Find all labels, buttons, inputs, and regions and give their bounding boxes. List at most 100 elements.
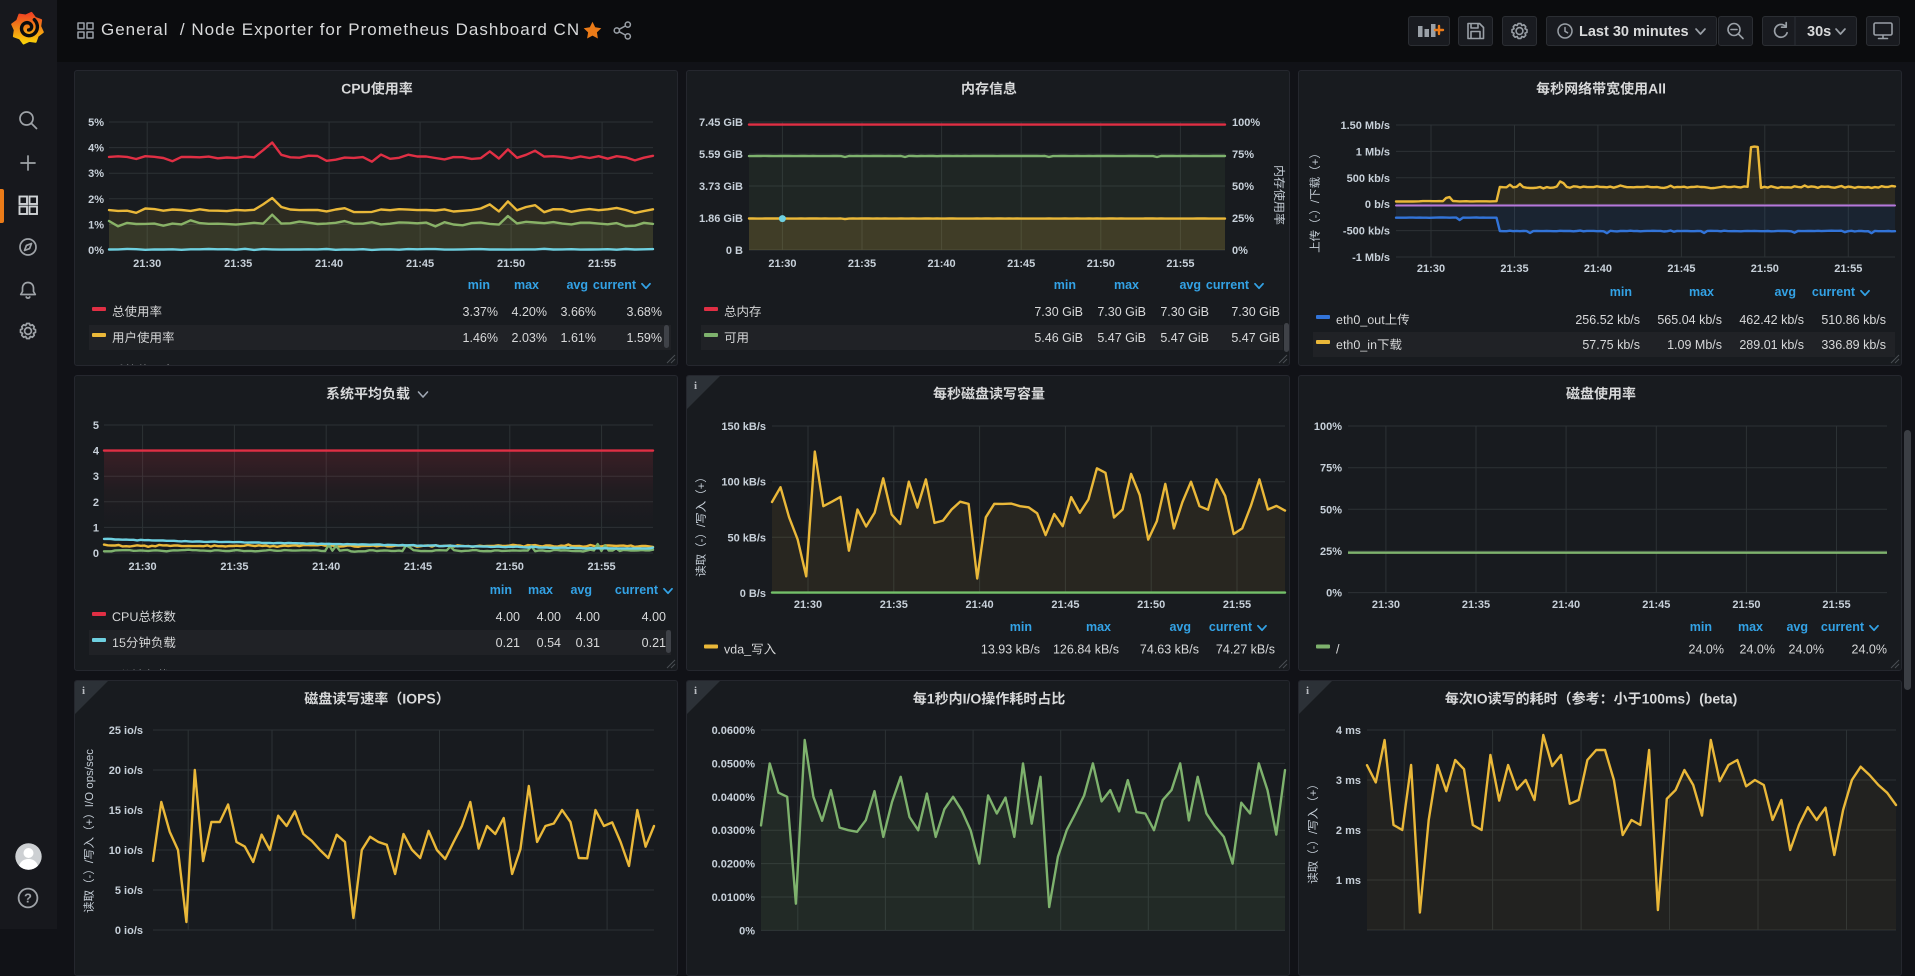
svg-text:max: max xyxy=(1689,285,1714,299)
svg-text:1.61%: 1.61% xyxy=(561,331,596,345)
svg-text:max: max xyxy=(528,583,553,597)
svg-text:avg: avg xyxy=(570,583,592,597)
svg-text:74.63 kB/s: 74.63 kB/s xyxy=(1140,643,1199,657)
svg-text:100 kB/s: 100 kB/s xyxy=(721,477,766,489)
svg-text:0.21: 0.21 xyxy=(496,636,520,650)
svg-text:/: / xyxy=(1336,643,1340,657)
svg-text:21:50: 21:50 xyxy=(496,561,524,573)
svg-text:4 ms: 4 ms xyxy=(1336,725,1361,737)
svg-text:?: ? xyxy=(24,891,32,906)
svg-text:1 Mb/s: 1 Mb/s xyxy=(1356,146,1390,158)
svg-text:7.30 GiB: 7.30 GiB xyxy=(1231,305,1280,319)
svg-text:Last 30 minutes: Last 30 minutes xyxy=(1579,24,1689,40)
svg-text:565.04 kb/s: 565.04 kb/s xyxy=(1657,313,1722,327)
svg-text:21:45: 21:45 xyxy=(1667,263,1695,275)
svg-text:100%: 100% xyxy=(1232,117,1260,129)
svg-text:0 B/s: 0 B/s xyxy=(740,588,766,600)
svg-text:4.00: 4.00 xyxy=(576,610,600,624)
svg-text:20 io/s: 20 io/s xyxy=(109,765,143,777)
svg-text:21:30: 21:30 xyxy=(1372,599,1400,611)
svg-text:21:35: 21:35 xyxy=(224,258,252,270)
svg-text:13.93 kB/s: 13.93 kB/s xyxy=(981,643,1040,657)
svg-text:i: i xyxy=(694,380,697,392)
svg-text:7.30 GiB: 7.30 GiB xyxy=(1034,305,1083,319)
svg-text:avg: avg xyxy=(566,278,588,292)
svg-text:5.47 GiB: 5.47 GiB xyxy=(1160,331,1209,345)
svg-text:50%: 50% xyxy=(1232,181,1254,193)
svg-text:21:35: 21:35 xyxy=(1462,599,1490,611)
svg-text:5.59 GiB: 5.59 GiB xyxy=(699,149,743,161)
svg-text:-1 Mb/s: -1 Mb/s xyxy=(1352,252,1390,264)
svg-text:25 io/s: 25 io/s xyxy=(109,725,143,737)
svg-text:21:35: 21:35 xyxy=(1500,263,1528,275)
svg-text:0.0400%: 0.0400% xyxy=(712,792,756,804)
svg-text:57.75 kb/s: 57.75 kb/s xyxy=(1582,338,1640,352)
svg-text:21:50: 21:50 xyxy=(497,258,525,270)
svg-text:10 io/s: 10 io/s xyxy=(109,845,143,857)
svg-text:21:30: 21:30 xyxy=(768,258,796,270)
svg-text:21:50: 21:50 xyxy=(1087,258,1115,270)
svg-text:126.84 kB/s: 126.84 kB/s xyxy=(1053,643,1119,657)
svg-text:0.0100%: 0.0100% xyxy=(712,892,756,904)
svg-text:4%: 4% xyxy=(88,143,104,155)
svg-text:min: min xyxy=(1010,620,1032,634)
svg-text:max: max xyxy=(1086,620,1111,634)
svg-text:0 io/s: 0 io/s xyxy=(115,925,143,937)
svg-text:current: current xyxy=(1209,620,1253,634)
svg-text:current: current xyxy=(1812,285,1856,299)
svg-text:21:45: 21:45 xyxy=(404,561,432,573)
svg-text:21:55: 21:55 xyxy=(1223,599,1251,611)
svg-text:21:30: 21:30 xyxy=(1417,263,1445,275)
svg-text:21:45: 21:45 xyxy=(1642,599,1670,611)
svg-text:max: max xyxy=(514,278,539,292)
svg-text:21:55: 21:55 xyxy=(1834,263,1862,275)
svg-text:1.46%: 1.46% xyxy=(463,331,498,345)
svg-text:3.66%: 3.66% xyxy=(561,305,596,319)
svg-text:21:35: 21:35 xyxy=(848,258,876,270)
svg-text:0.0600%: 0.0600% xyxy=(712,725,756,737)
svg-text:min: min xyxy=(1054,278,1076,292)
svg-text:1: 1 xyxy=(93,522,99,534)
svg-text:avg: avg xyxy=(1774,285,1796,299)
svg-text:max: max xyxy=(1114,278,1139,292)
svg-text:30s: 30s xyxy=(1807,24,1831,40)
svg-text:3%: 3% xyxy=(88,168,104,180)
svg-text:74.27 kB/s: 74.27 kB/s xyxy=(1216,643,1275,657)
svg-text:0%: 0% xyxy=(1232,245,1248,257)
svg-text:4: 4 xyxy=(93,446,100,458)
svg-text:avg: avg xyxy=(1169,620,1191,634)
svg-text:21:40: 21:40 xyxy=(928,258,956,270)
svg-text:500 kb/s: 500 kb/s xyxy=(1347,173,1390,185)
svg-text:1.50 Mb/s: 1.50 Mb/s xyxy=(1340,120,1390,132)
svg-text:336.89 kb/s: 336.89 kb/s xyxy=(1821,338,1886,352)
svg-text:0%: 0% xyxy=(1326,588,1342,600)
svg-text:50 kB/s: 50 kB/s xyxy=(727,532,766,544)
svg-text:462.42 kb/s: 462.42 kb/s xyxy=(1739,313,1804,327)
svg-text:current: current xyxy=(1206,278,1250,292)
svg-text:1%: 1% xyxy=(88,219,104,231)
svg-text:24.0%: 24.0% xyxy=(1852,643,1887,657)
svg-text:24.0%: 24.0% xyxy=(1689,643,1724,657)
svg-text:min: min xyxy=(1610,285,1632,299)
svg-text:25%: 25% xyxy=(1232,213,1254,225)
svg-text:24.0%: 24.0% xyxy=(1789,643,1824,657)
svg-text:0.0200%: 0.0200% xyxy=(712,859,756,871)
svg-text:5%: 5% xyxy=(88,117,104,129)
svg-text:4.00: 4.00 xyxy=(642,610,666,624)
svg-text:min: min xyxy=(1690,620,1712,634)
svg-text:current: current xyxy=(615,583,659,597)
svg-text:min: min xyxy=(490,583,512,597)
svg-text:50%: 50% xyxy=(1320,504,1342,516)
svg-text:21:35: 21:35 xyxy=(220,561,248,573)
svg-text:24.0%: 24.0% xyxy=(1740,643,1775,657)
svg-text:3.73 GiB: 3.73 GiB xyxy=(699,181,743,193)
svg-text:4.00: 4.00 xyxy=(537,610,561,624)
svg-text:0.0300%: 0.0300% xyxy=(712,825,756,837)
svg-text:21:40: 21:40 xyxy=(1552,599,1580,611)
svg-text:21:55: 21:55 xyxy=(1822,599,1850,611)
svg-text:0%: 0% xyxy=(739,925,755,937)
svg-text:3.37%: 3.37% xyxy=(463,305,498,319)
svg-text:21:40: 21:40 xyxy=(1584,263,1612,275)
svg-text:4.20%: 4.20% xyxy=(512,305,547,319)
svg-text:21:45: 21:45 xyxy=(1051,599,1079,611)
